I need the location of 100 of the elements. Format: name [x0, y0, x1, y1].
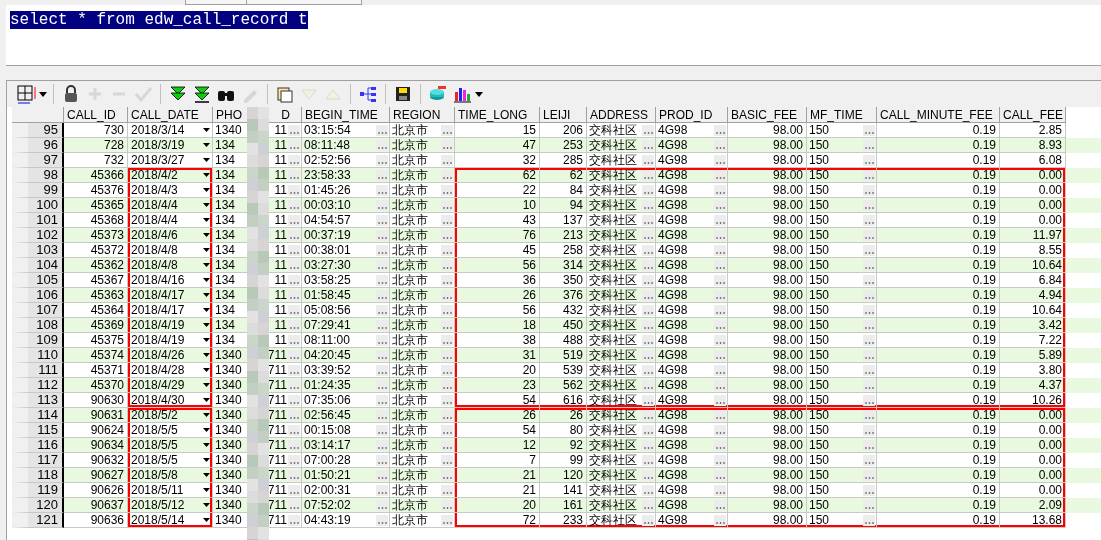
- ellipsis-button[interactable]: [642, 229, 654, 241]
- ellipsis-button[interactable]: [288, 469, 300, 481]
- ellipsis-button[interactable]: [441, 514, 453, 526]
- ellipsis-button[interactable]: [441, 439, 453, 451]
- ellipsis-button[interactable]: [288, 499, 300, 511]
- ellipsis-button[interactable]: [376, 169, 388, 181]
- ellipsis-button[interactable]: [642, 199, 654, 211]
- ellipsis-button[interactable]: [642, 514, 654, 526]
- ellipsis-button[interactable]: [863, 439, 875, 451]
- ellipsis-button[interactable]: [642, 319, 654, 331]
- dropdown-arrow-icon[interactable]: [203, 143, 210, 147]
- ellipsis-button[interactable]: [714, 304, 726, 316]
- ellipsis-button[interactable]: [863, 484, 875, 496]
- ellipsis-button[interactable]: [376, 139, 388, 151]
- ellipsis-button[interactable]: [714, 214, 726, 226]
- row-header[interactable]: 105: [12, 273, 64, 288]
- ellipsis-button[interactable]: [714, 244, 726, 256]
- ellipsis-button[interactable]: [376, 319, 388, 331]
- row-header[interactable]: 117: [12, 453, 64, 468]
- dropdown-arrow-icon[interactable]: [203, 458, 210, 462]
- ellipsis-button[interactable]: [441, 199, 453, 211]
- dropdown-arrow-icon[interactable]: [203, 323, 210, 327]
- ellipsis-button[interactable]: [714, 139, 726, 151]
- ellipsis-button[interactable]: [288, 409, 300, 421]
- ellipsis-button[interactable]: [863, 514, 875, 526]
- ellipsis-button[interactable]: [288, 259, 300, 271]
- row-header[interactable]: 121: [12, 513, 64, 528]
- ellipsis-button[interactable]: [376, 499, 388, 511]
- ellipsis-button[interactable]: [642, 364, 654, 376]
- row-header[interactable]: 109: [12, 333, 64, 348]
- ellipsis-button[interactable]: [288, 154, 300, 166]
- ellipsis-button[interactable]: [714, 364, 726, 376]
- row-header[interactable]: 112: [12, 378, 64, 393]
- ellipsis-button[interactable]: [376, 289, 388, 301]
- ellipsis-button[interactable]: [642, 304, 654, 316]
- ellipsis-button[interactable]: [288, 394, 300, 406]
- caret-icon[interactable]: [39, 91, 47, 97]
- ellipsis-button[interactable]: [642, 169, 654, 181]
- ellipsis-button[interactable]: [863, 154, 875, 166]
- ellipsis-button[interactable]: [642, 349, 654, 361]
- ellipsis-button[interactable]: [376, 229, 388, 241]
- ellipsis-button[interactable]: [288, 424, 300, 436]
- ellipsis-button[interactable]: [642, 154, 654, 166]
- column-header[interactable]: CALL_ID: [64, 107, 128, 123]
- ellipsis-button[interactable]: [863, 379, 875, 391]
- grid-icon[interactable]: [15, 83, 37, 105]
- ellipsis-button[interactable]: [714, 319, 726, 331]
- ellipsis-button[interactable]: [441, 244, 453, 256]
- column-header[interactable]: CALL_MINUTE_FEE: [877, 107, 1000, 123]
- ellipsis-button[interactable]: [642, 469, 654, 481]
- ellipsis-button[interactable]: [288, 244, 300, 256]
- column-header[interactable]: ADDRESS: [587, 107, 656, 123]
- ellipsis-button[interactable]: [642, 379, 654, 391]
- row-header[interactable]: 114: [12, 408, 64, 423]
- row-header[interactable]: 95: [12, 123, 64, 138]
- ellipsis-button[interactable]: [714, 454, 726, 466]
- ellipsis-button[interactable]: [642, 274, 654, 286]
- ellipsis-button[interactable]: [376, 409, 388, 421]
- column-header[interactable]: CALL_DATE: [128, 107, 213, 123]
- ellipsis-button[interactable]: [863, 124, 875, 136]
- ellipsis-button[interactable]: [863, 184, 875, 196]
- row-header[interactable]: 107: [12, 303, 64, 318]
- ellipsis-button[interactable]: [714, 289, 726, 301]
- ellipsis-button[interactable]: [863, 259, 875, 271]
- ellipsis-button[interactable]: [441, 454, 453, 466]
- dropdown-arrow-icon[interactable]: [203, 173, 210, 177]
- ellipsis-button[interactable]: [376, 364, 388, 376]
- ellipsis-button[interactable]: [376, 199, 388, 211]
- dropdown-arrow-icon[interactable]: [203, 353, 210, 357]
- ellipsis-button[interactable]: [376, 334, 388, 346]
- ellipsis-button[interactable]: [863, 469, 875, 481]
- dropdown-arrow-icon[interactable]: [203, 413, 210, 417]
- ellipsis-button[interactable]: [714, 484, 726, 496]
- ellipsis-button[interactable]: [288, 169, 300, 181]
- ellipsis-button[interactable]: [376, 274, 388, 286]
- dropdown-arrow-icon[interactable]: [203, 263, 210, 267]
- ellipsis-button[interactable]: [441, 124, 453, 136]
- dropdown-arrow-icon[interactable]: [203, 203, 210, 207]
- ellipsis-button[interactable]: [642, 139, 654, 151]
- ellipsis-button[interactable]: [288, 274, 300, 286]
- ellipsis-button[interactable]: [441, 484, 453, 496]
- row-header[interactable]: 113: [12, 393, 64, 408]
- ellipsis-button[interactable]: [441, 424, 453, 436]
- row-header[interactable]: 116: [12, 438, 64, 453]
- ellipsis-button[interactable]: [288, 304, 300, 316]
- row-header[interactable]: 119: [12, 483, 64, 498]
- ellipsis-button[interactable]: [288, 484, 300, 496]
- row-header[interactable]: 115: [12, 423, 64, 438]
- column-header[interactable]: MF_TIME: [807, 107, 877, 123]
- ellipsis-button[interactable]: [376, 184, 388, 196]
- dropdown-arrow-icon[interactable]: [203, 158, 210, 162]
- ellipsis-button[interactable]: [376, 154, 388, 166]
- ellipsis-button[interactable]: [288, 124, 300, 136]
- ellipsis-button[interactable]: [714, 514, 726, 526]
- ellipsis-button[interactable]: [863, 169, 875, 181]
- ellipsis-button[interactable]: [441, 319, 453, 331]
- row-header[interactable]: 120: [12, 498, 64, 513]
- ellipsis-button[interactable]: [376, 454, 388, 466]
- ellipsis-button[interactable]: [642, 214, 654, 226]
- dropdown-arrow-icon[interactable]: [203, 368, 210, 372]
